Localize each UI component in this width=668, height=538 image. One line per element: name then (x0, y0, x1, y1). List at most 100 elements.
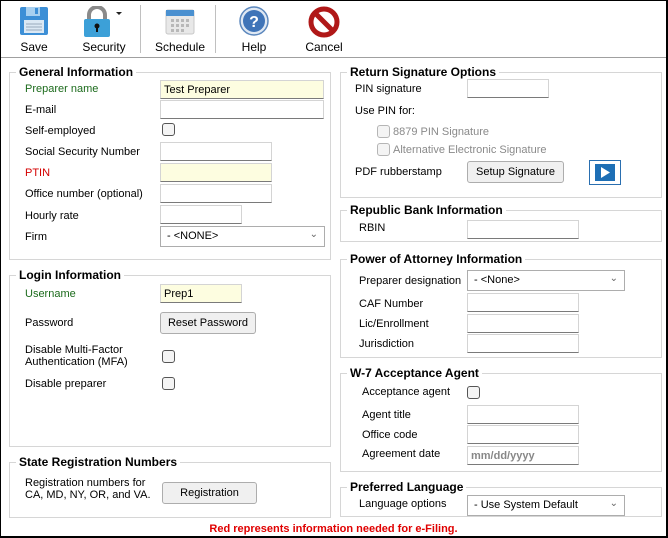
alt-electronic-signature-checkbox[interactable] (377, 143, 390, 156)
preparer-name-input[interactable] (160, 80, 324, 99)
username-label: Username (25, 288, 76, 300)
disable-preparer-label: Disable preparer (25, 378, 107, 390)
preparer-designation-select[interactable]: - <None> ⌄ (467, 270, 625, 291)
w7-acceptance-agent-group: W-7 Acceptance Agent Acceptance agent Ag… (340, 366, 662, 472)
group-title: State Registration Numbers (16, 455, 181, 469)
email-input[interactable] (160, 100, 324, 119)
chevron-down-icon: ⌄ (309, 229, 318, 240)
schedule-button[interactable]: Schedule (153, 3, 207, 55)
caf-number-input[interactable] (467, 293, 579, 312)
lic-enrollment-label: Lic/Enrollment (359, 318, 429, 330)
save-label: Save (20, 40, 48, 54)
self-employed-label: Self-employed (25, 125, 96, 137)
language-options-select[interactable]: - Use System Default ⌄ (467, 495, 625, 516)
agreement-date-input[interactable] (467, 446, 579, 465)
preparer-designation-value: - <None> (474, 274, 520, 286)
office-number-label: Office number (optional) (25, 188, 143, 200)
reset-password-button[interactable]: Reset Password (160, 312, 256, 334)
preparer-setup-window: Save Security Schedule ? Help Cancel Gen… (1, 1, 666, 536)
toolbar: Save Security Schedule ? Help Cancel (1, 1, 666, 58)
dropdown-arrow-icon (116, 12, 122, 15)
mfa-label-line-2: Authentication (MFA) (25, 356, 128, 368)
firm-label: Firm (25, 231, 47, 243)
chevron-down-icon: ⌄ (609, 273, 618, 284)
acceptance-agent-checkbox[interactable] (467, 386, 480, 399)
preferred-language-group: Preferred Language Language options - Us… (340, 480, 662, 517)
disable-preparer-checkbox[interactable] (162, 377, 175, 390)
preparer-designation-label: Preparer designation (359, 275, 462, 287)
login-information-group: Login Information Username Password Rese… (9, 268, 331, 447)
rbin-input[interactable] (467, 220, 579, 239)
language-options-value: - Use System Default (474, 499, 578, 511)
mfa-label-line-1: Disable Multi-Factor (25, 344, 123, 356)
acceptance-agent-label: Acceptance agent (362, 386, 451, 398)
pin-8879-checkbox[interactable] (377, 125, 390, 138)
group-title: Login Information (16, 268, 124, 282)
firm-select[interactable]: - <NONE> ⌄ (160, 226, 325, 247)
ptin-input[interactable] (160, 163, 272, 182)
hourly-rate-input[interactable] (160, 205, 242, 224)
group-title: Republic Bank Information (347, 203, 506, 217)
return-signature-group: Return Signature Options PIN signature U… (340, 65, 662, 198)
power-of-attorney-group: Power of Attorney Information Preparer d… (340, 252, 662, 358)
group-title: General Information (16, 65, 137, 79)
padlock-icon (84, 6, 122, 37)
office-code-label: Office code (362, 429, 418, 441)
cancel-prohibited-icon (308, 6, 340, 38)
alt-electronic-signature-label: Alternative Electronic Signature (393, 144, 547, 156)
use-pin-label: Use PIN for: (355, 105, 415, 117)
registration-description-line-1: Registration numbers for (25, 477, 146, 489)
cancel-label: Cancel (305, 40, 343, 54)
calendar-icon (165, 9, 195, 35)
efiling-requirement-note: Red represents information needed for e-… (209, 523, 458, 535)
play-icon (595, 164, 615, 181)
pin-signature-label: PIN signature (355, 83, 422, 95)
jurisdiction-input[interactable] (467, 334, 579, 353)
pin-signature-input[interactable] (467, 79, 549, 98)
setup-signature-button[interactable]: Setup Signature (467, 161, 564, 183)
username-input[interactable] (160, 284, 242, 303)
toolbar-separator (140, 5, 141, 53)
security-button[interactable]: Security (77, 3, 131, 55)
group-title: Preferred Language (347, 480, 467, 494)
office-number-input[interactable] (160, 184, 272, 203)
agreement-date-label: Agreement date (362, 448, 441, 460)
registration-description: Registration numbers for CA, MD, NY, OR,… (25, 477, 151, 501)
self-employed-checkbox[interactable] (162, 123, 175, 136)
toolbar-separator (215, 5, 216, 53)
svg-text:?: ? (249, 14, 259, 31)
email-label: E-mail (25, 104, 57, 116)
floppy-disk-icon (20, 7, 48, 35)
agent-title-label: Agent title (362, 409, 411, 421)
save-button[interactable]: Save (9, 3, 59, 55)
ssn-input[interactable] (160, 142, 272, 161)
help-label: Help (241, 40, 267, 54)
ssn-label: Social Security Number (25, 146, 140, 158)
language-options-label: Language options (359, 498, 447, 510)
office-code-input[interactable] (467, 425, 579, 444)
pdf-rubberstamp-label: PDF rubberstamp (355, 166, 442, 178)
play-video-button[interactable] (589, 160, 621, 185)
schedule-label: Schedule (154, 40, 206, 54)
registration-description-line-2: CA, MD, NY, OR, and VA. (25, 489, 151, 501)
help-question-icon: ? (239, 6, 269, 36)
mfa-label: Disable Multi-Factor Authentication (MFA… (25, 344, 128, 368)
republic-bank-group: Republic Bank Information RBIN (340, 203, 662, 242)
help-button[interactable]: ? Help (231, 3, 277, 55)
registration-button[interactable]: Registration (162, 482, 257, 504)
preparer-name-label: Preparer name (25, 83, 99, 95)
password-label: Password (25, 317, 74, 329)
group-title: Power of Attorney Information (347, 252, 526, 266)
group-title: Return Signature Options (347, 65, 500, 79)
general-information-group: General Information Preparer name E-mail… (9, 65, 331, 260)
ptin-label: PTIN (25, 167, 51, 179)
state-registration-group: State Registration Numbers Registration … (9, 455, 331, 518)
pin-8879-label: 8879 PIN Signature (393, 126, 490, 138)
agent-title-input[interactable] (467, 405, 579, 424)
rbin-label: RBIN (359, 222, 386, 234)
hourly-rate-label: Hourly rate (25, 210, 79, 222)
lic-enrollment-input[interactable] (467, 314, 579, 333)
chevron-down-icon: ⌄ (609, 498, 618, 509)
cancel-button[interactable]: Cancel (299, 3, 349, 55)
disable-mfa-checkbox[interactable] (162, 350, 175, 363)
